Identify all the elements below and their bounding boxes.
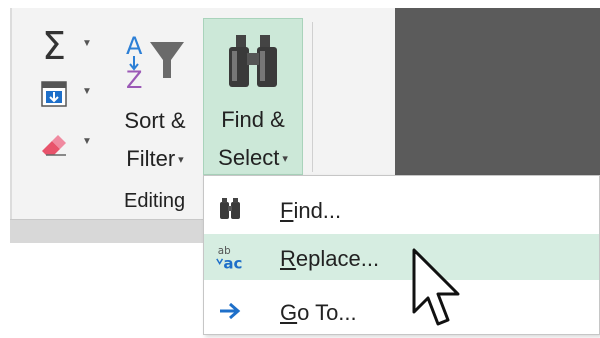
sheet-area [10,243,210,333]
clear-button[interactable]: ▼ [30,122,102,166]
group-label-editing: Editing [124,190,186,212]
fill-button[interactable]: ▼ [30,72,102,116]
sort-filter-button[interactable]: A Z Sort & Filter ▾ [112,20,198,175]
chevron-down-icon[interactable]: ▼ [82,136,92,147]
chevron-down-icon[interactable]: ▼ [82,86,92,97]
chevron-down-icon: ▾ [282,152,288,165]
menu-item-goto[interactable]: Go To... [204,288,599,334]
menu-item-label: Replace... [280,246,380,271]
ribbon-separator [312,22,313,172]
menu-item-label: Go To... [280,300,357,325]
menu-item-find[interactable]: Find... [204,186,599,232]
fill-down-icon [34,74,74,114]
chevron-down-icon: ▾ [178,153,184,166]
menu-item-label: Find... [280,198,342,223]
find-select-menu: Find... ab ac Replace... Go To... [203,175,600,335]
sort-filter-icon: A Z [120,28,190,94]
sort-filter-label-line1: Sort & [124,108,186,133]
window-top-edge [0,0,600,8]
menu-item-replace[interactable]: ab ac Replace... [204,234,599,280]
find-select-label-line2: Select ▾ [218,145,288,170]
find-select-button[interactable]: Find & Select ▾ [203,18,303,175]
autosum-button[interactable]: Σ ▼ [30,24,102,68]
sort-filter-label-line2: Filter ▾ [126,146,184,171]
binoculars-icon [224,31,282,91]
arrow-right-icon [214,295,246,327]
svg-text:A: A [126,32,143,60]
eraser-icon [34,124,74,164]
binoculars-icon [214,193,246,225]
svg-text:ac: ac [223,254,242,272]
find-select-label-line1: Find & [221,107,285,132]
svg-text:Z: Z [126,66,142,90]
replace-icon: ab ac [214,241,246,273]
chevron-down-icon[interactable]: ▼ [82,38,92,49]
mouse-cursor-icon [410,248,466,333]
sigma-icon: Σ [41,24,66,68]
sheet-column-header [10,219,210,244]
